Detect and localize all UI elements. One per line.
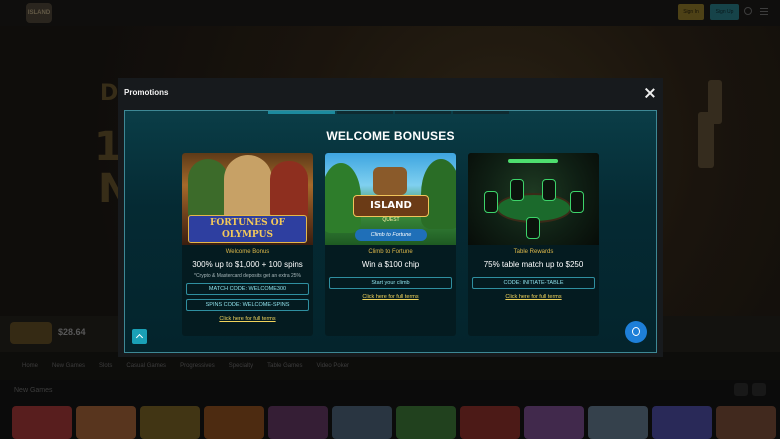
game-tagline: Climb to Fortune bbox=[355, 229, 427, 241]
modal-title: Promotions bbox=[124, 88, 169, 97]
full-terms-link[interactable]: Click here for full terms bbox=[468, 294, 599, 300]
table-code-box[interactable]: CODE: INITIATE-TABLE bbox=[472, 277, 595, 289]
full-terms-link[interactable]: Click here for full terms bbox=[325, 294, 456, 300]
scroll-to-top-button[interactable] bbox=[132, 329, 147, 344]
card-kicker: Table Rewards bbox=[513, 249, 554, 255]
start-climb-button[interactable]: Start your climb bbox=[329, 277, 452, 289]
modal-header: Promotions bbox=[118, 78, 663, 108]
tab-welcome-bonuses[interactable] bbox=[268, 111, 335, 114]
spins-code-box[interactable]: SPINS CODE: WELCOME-SPINS bbox=[186, 299, 309, 311]
table-rewards-image bbox=[468, 153, 599, 245]
match-code-box[interactable]: MATCH CODE: WELCOME300 bbox=[186, 283, 309, 295]
promotions-modal: Promotions WELCOME BONUSES FORTUNES OF O… bbox=[118, 78, 663, 357]
fortunes-of-olympus-image: FORTUNES OF OLYMPUS bbox=[182, 153, 313, 245]
card-kicker: Climb to Fortune bbox=[368, 249, 413, 255]
tab-3[interactable] bbox=[395, 111, 451, 114]
chat-support-icon[interactable] bbox=[625, 321, 647, 343]
game-logo-subtitle: QUEST bbox=[382, 217, 400, 223]
promo-card-table-rewards: Table Rewards 75% table match up to $250… bbox=[468, 153, 599, 336]
character-figure bbox=[224, 155, 272, 221]
promo-tab-bar bbox=[268, 111, 509, 114]
promo-card-welcome-bonus: FORTUNES OF OLYMPUS Welcome Bonus 300% u… bbox=[182, 153, 313, 336]
card-headline: 75% table match up to $250 bbox=[483, 260, 584, 269]
chair-decoration bbox=[510, 179, 524, 201]
promo-card-climb-to-fortune: ISLAND QUEST Climb to Fortune Climb to F… bbox=[325, 153, 456, 336]
card-note: *Crypto & Mastercard deposits get an ext… bbox=[194, 273, 301, 279]
game-logo: FORTUNES OF OLYMPUS bbox=[188, 215, 307, 243]
card-headline: Win a $100 chip bbox=[361, 260, 420, 269]
chair-decoration bbox=[570, 191, 584, 213]
close-icon[interactable] bbox=[644, 87, 656, 99]
game-logo: ISLAND bbox=[353, 195, 429, 217]
lamp-decoration bbox=[508, 159, 558, 163]
island-quest-image: ISLAND QUEST Climb to Fortune bbox=[325, 153, 456, 245]
chair-decoration bbox=[484, 191, 498, 213]
section-heading: WELCOME BONUSES bbox=[326, 129, 455, 143]
modal-body: WELCOME BONUSES FORTUNES OF OLYMPUS Welc… bbox=[124, 110, 657, 353]
character-figure bbox=[270, 161, 308, 219]
chair-decoration bbox=[542, 179, 556, 201]
card-kicker: Welcome Bonus bbox=[225, 249, 270, 255]
full-terms-link[interactable]: Click here for full terms bbox=[182, 316, 313, 322]
character-figure bbox=[188, 159, 228, 219]
tab-4[interactable] bbox=[453, 111, 509, 114]
barrel-illustration bbox=[373, 167, 407, 195]
tab-2[interactable] bbox=[337, 111, 393, 114]
chair-decoration bbox=[526, 217, 540, 239]
card-headline: 300% up to $1,000 + 100 spins bbox=[192, 260, 303, 269]
